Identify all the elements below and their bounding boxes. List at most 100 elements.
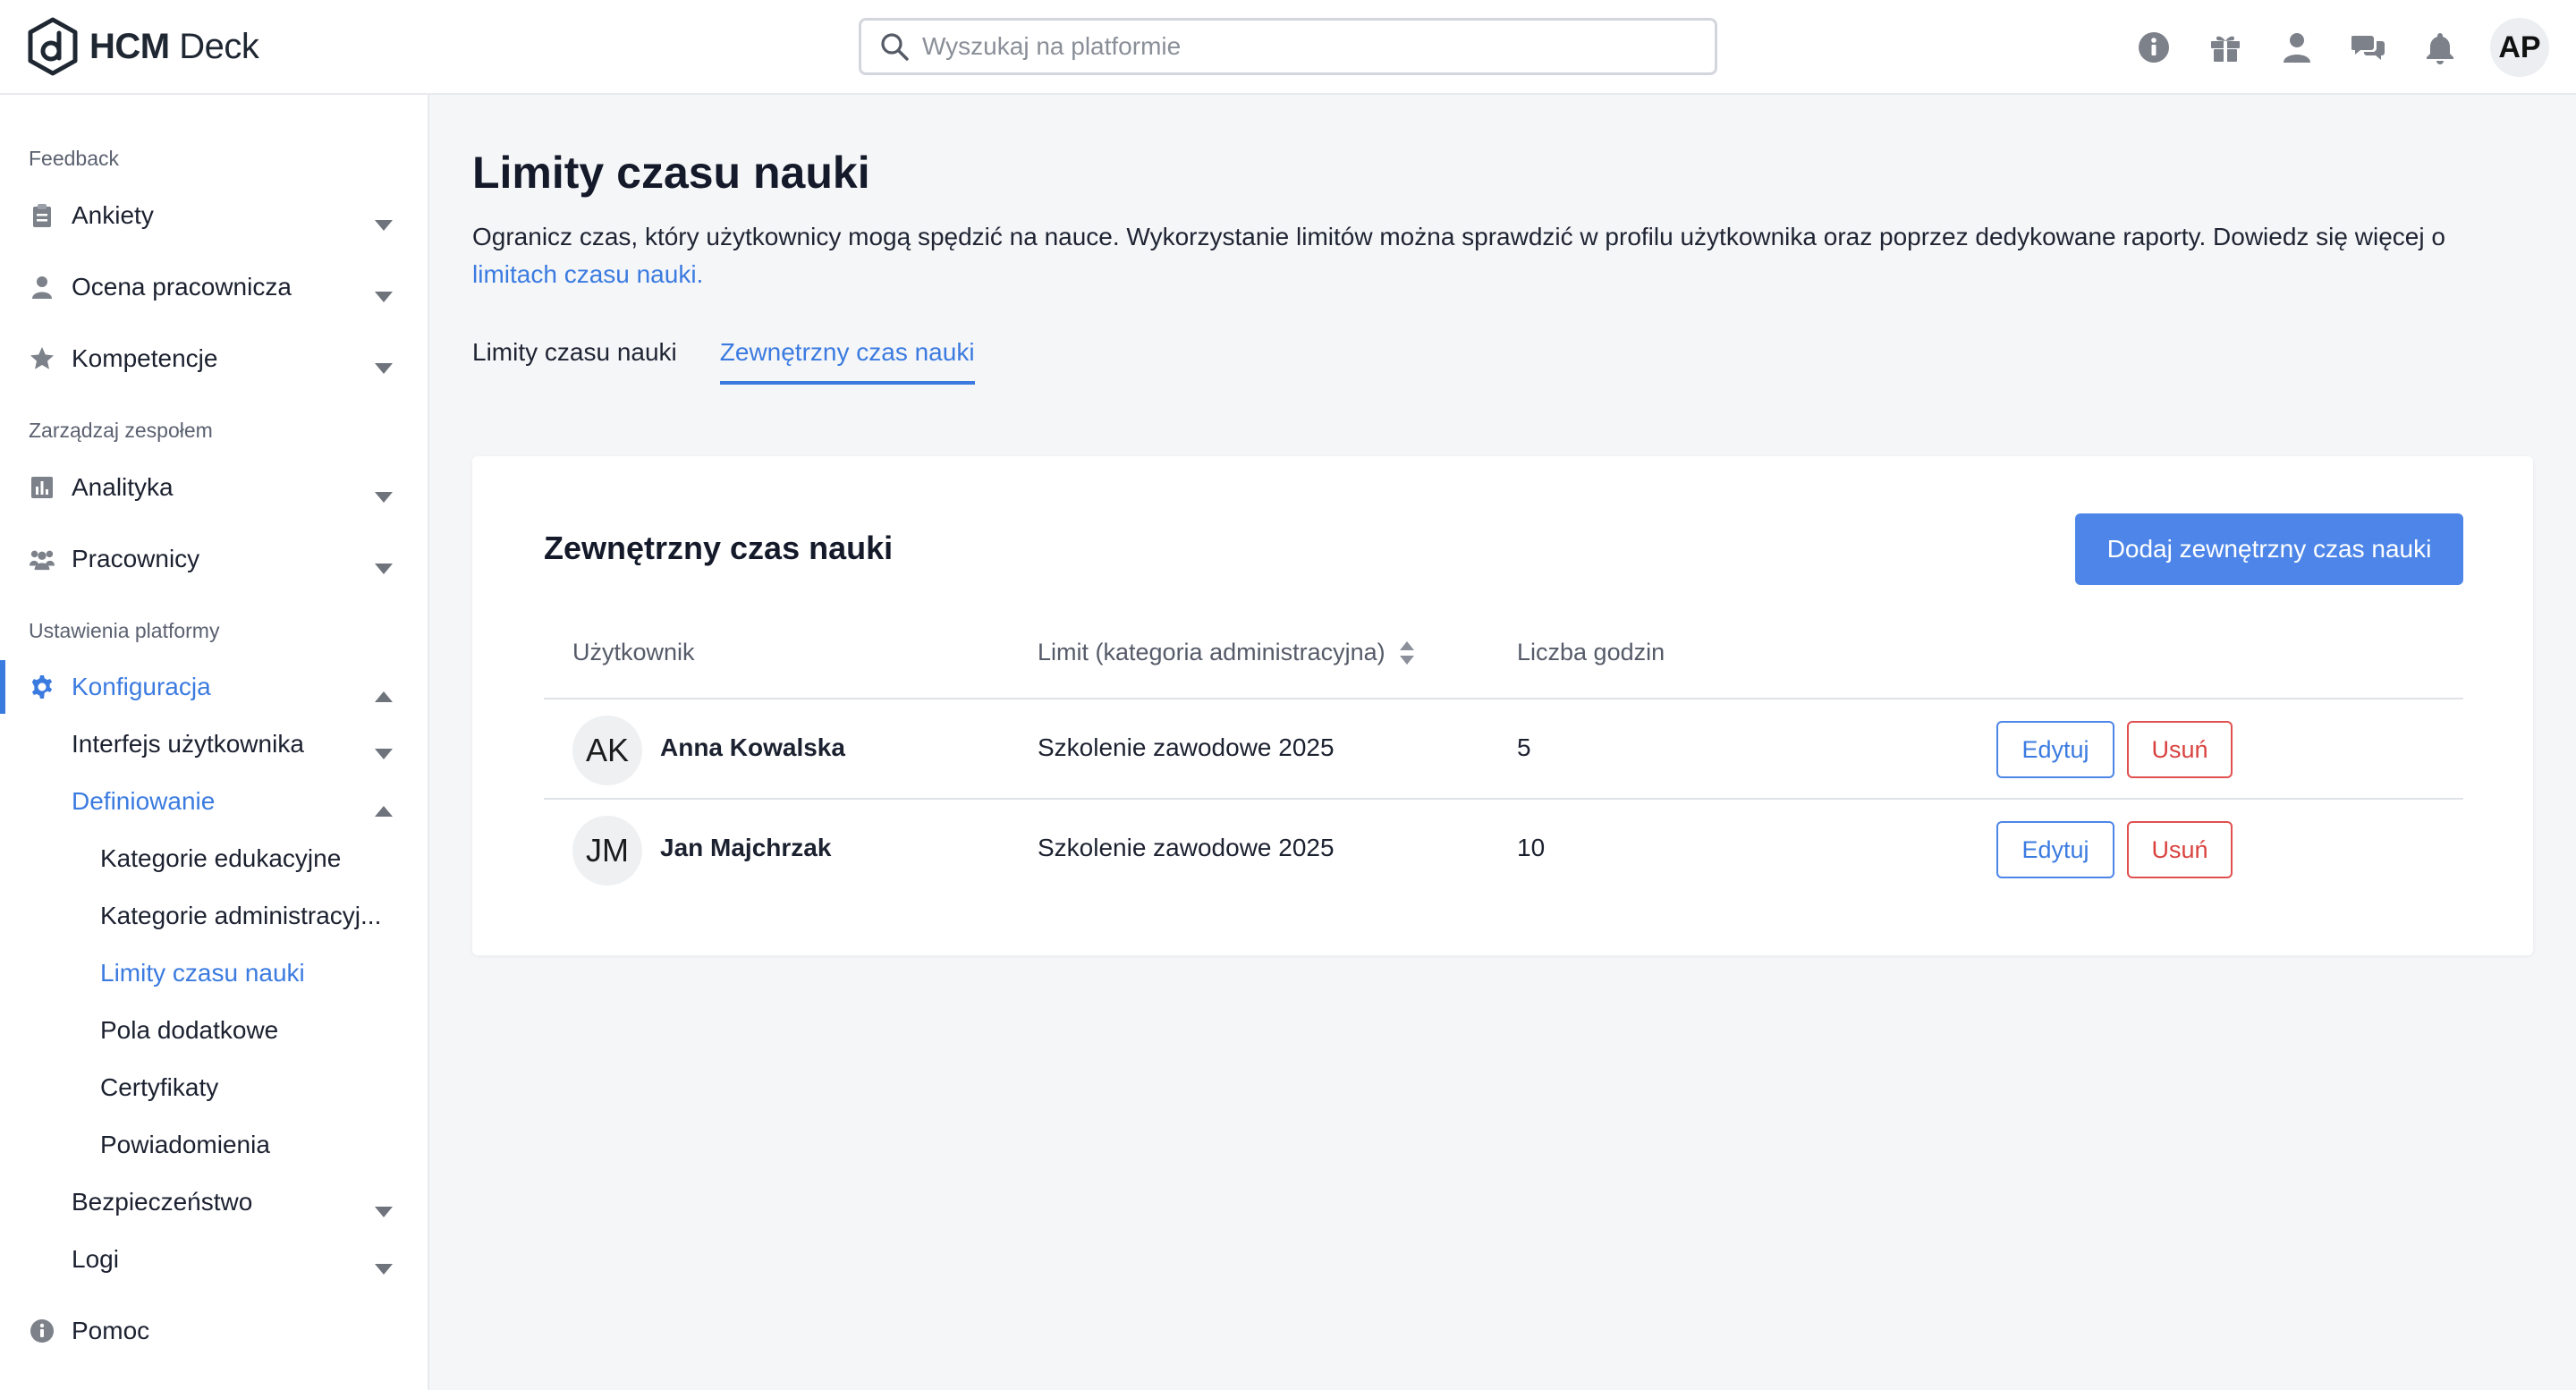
learn-more-link[interactable]: limitach czasu nauki.: [472, 260, 703, 288]
sidebar-item-kategorie-administracyjne[interactable]: Kategorie administracyj...: [0, 889, 428, 943]
delete-button[interactable]: Usuń: [2127, 721, 2233, 778]
notifications-button[interactable]: [2420, 28, 2460, 67]
description-text: Ogranicz czas, który użytkownicy mogą sp…: [472, 223, 2445, 250]
sidebar-item-label: Ankiety: [72, 201, 154, 229]
chevron-down-icon: [374, 738, 394, 759]
limit-category: Szkolenie zawodowe 2025: [1038, 834, 1335, 861]
sidebar-section-team: Zarządzaj zespołem: [29, 419, 213, 442]
tab-limity-czasu-nauki[interactable]: Limity czasu nauki: [472, 338, 677, 385]
page-title: Limity czasu nauki: [472, 148, 870, 198]
sidebar-item-label: Kompetencje: [72, 344, 218, 372]
user-name: Anna Kowalska: [660, 733, 845, 761]
sidebar-item-kategorie-edukacyjne[interactable]: Kategorie edukacyjne: [0, 832, 428, 886]
user-icon: [2284, 33, 2310, 63]
sidebar-item-label: Limity czasu nauki: [100, 959, 305, 987]
user-tie-icon: [29, 274, 55, 301]
logo-text: HCM Deck: [89, 26, 259, 66]
external-time-card: Zewnętrzny czas nauki Dodaj zewnętrzny c…: [472, 456, 2533, 955]
sidebar: Feedback Ankiety Ocena pracownicza Kompe…: [0, 95, 429, 1390]
edit-button[interactable]: Edytuj: [1996, 821, 2114, 878]
logo-hexagon-icon: [28, 17, 78, 76]
column-header-user: Użytkownik: [572, 639, 695, 665]
sidebar-item-kompetencje[interactable]: Kompetencje: [0, 332, 428, 386]
sidebar-item-definiowanie[interactable]: Definiowanie: [0, 775, 428, 828]
sidebar-item-label: Pola dodatkowe: [100, 1016, 279, 1044]
search-box[interactable]: [859, 18, 1717, 75]
chevron-down-icon: [374, 209, 394, 231]
card-title: Zewnętrzny czas nauki: [544, 530, 894, 566]
sidebar-item-label: Definiowanie: [72, 787, 216, 815]
chevron-down-icon: [374, 1253, 394, 1275]
sidebar-item-label: Analityka: [72, 473, 174, 501]
app-logo[interactable]: HCM Deck: [27, 16, 259, 77]
sidebar-item-label: Bezpieczeństwo: [72, 1188, 253, 1216]
info-icon: [2139, 32, 2169, 63]
edit-button[interactable]: Edytuj: [1996, 721, 2114, 778]
sidebar-item-label: Powiadomienia: [100, 1131, 270, 1158]
chevron-up-icon: [374, 795, 394, 817]
sort-icon: [1399, 640, 1414, 665]
column-header-limit[interactable]: Limit (kategoria administracyjna): [1038, 639, 1416, 666]
column-header-hours: Liczba godzin: [1517, 639, 1665, 665]
sidebar-item-label: Pomoc: [72, 1317, 150, 1344]
chevron-down-icon: [374, 553, 394, 574]
user-name: Jan Majchrzak: [660, 834, 832, 861]
table-row: AK Anna Kowalska Szkolenie zawodowe 2025…: [544, 699, 2463, 798]
chevron-down-icon: [374, 481, 394, 503]
profile-button[interactable]: [2277, 28, 2317, 67]
chevron-down-icon: [374, 1196, 394, 1217]
sidebar-item-logi[interactable]: Logi: [0, 1233, 428, 1286]
sidebar-item-label: Pracownicy: [72, 545, 200, 572]
sidebar-item-powiadomienia[interactable]: Powiadomienia: [0, 1118, 428, 1172]
user-avatar[interactable]: AP: [2490, 18, 2549, 77]
add-external-time-button[interactable]: Dodaj zewnętrzny czas nauki: [2075, 513, 2463, 585]
sidebar-item-label: Konfiguracja: [72, 673, 211, 700]
search-input[interactable]: [922, 32, 1691, 61]
bell-icon: [2427, 33, 2453, 64]
sidebar-item-label: Kategorie administracyj...: [100, 902, 382, 929]
sidebar-item-label: Certyfikaty: [100, 1073, 219, 1101]
users-icon: [29, 546, 55, 572]
hours-count: 10: [1517, 834, 1546, 861]
tab-zewnetrzny-czas-nauki[interactable]: Zewnętrzny czas nauki: [719, 338, 975, 385]
sidebar-item-ankiety[interactable]: Ankiety: [0, 189, 428, 242]
gift-button[interactable]: [2206, 28, 2245, 67]
sidebar-item-label: Ocena pracownicza: [72, 273, 292, 301]
sidebar-item-pracownicy[interactable]: Pracownicy: [0, 532, 428, 586]
table-row: JM Jan Majchrzak Szkolenie zawodowe 2025…: [544, 800, 2463, 898]
sidebar-item-bezpieczenstwo[interactable]: Bezpieczeństwo: [0, 1175, 428, 1229]
chevron-down-icon: [374, 281, 394, 302]
sidebar-item-certyfikaty[interactable]: Certyfikaty: [0, 1061, 428, 1115]
chart-icon: [29, 474, 55, 501]
gift-icon: [2211, 36, 2240, 62]
sidebar-item-ocena[interactable]: Ocena pracownicza: [0, 260, 428, 314]
gear-icon: [29, 674, 55, 700]
chevron-up-icon: [374, 681, 394, 702]
search-icon: [881, 33, 909, 61]
sidebar-item-label: Kategorie edukacyjne: [100, 844, 342, 872]
delete-button[interactable]: Usuń: [2127, 821, 2233, 878]
chevron-down-icon: [374, 352, 394, 374]
sidebar-item-limity-czasu-nauki[interactable]: Limity czasu nauki: [0, 946, 428, 1000]
chat-icon: [2351, 36, 2385, 60]
info-icon: [29, 1318, 55, 1344]
top-bar: HCM Deck AP: [0, 0, 2576, 95]
sidebar-item-pola-dodatkowe[interactable]: Pola dodatkowe: [0, 1004, 428, 1057]
clipboard-icon: [29, 202, 55, 229]
tab-bar: Limity czasu nauki Zewnętrzny czas nauki: [472, 338, 1018, 385]
info-button[interactable]: [2134, 28, 2174, 67]
sidebar-item-interfejs[interactable]: Interfejs użytkownika: [0, 717, 428, 771]
sidebar-item-label: Logi: [72, 1245, 119, 1273]
messages-button[interactable]: [2349, 28, 2388, 67]
sidebar-item-konfiguracja[interactable]: Konfiguracja: [0, 660, 428, 714]
limit-category: Szkolenie zawodowe 2025: [1038, 733, 1335, 761]
sidebar-section-feedback: Feedback: [29, 147, 120, 170]
page-description: Ogranicz czas, który użytkownicy mogą sp…: [472, 218, 2503, 293]
avatar: JM: [572, 816, 642, 886]
star-icon: [29, 345, 55, 372]
sidebar-item-label: Interfejs użytkownika: [72, 730, 304, 758]
header-actions: AP: [2102, 18, 2549, 77]
hours-count: 5: [1517, 733, 1531, 761]
sidebar-item-analityka[interactable]: Analityka: [0, 461, 428, 514]
sidebar-item-pomoc[interactable]: Pomoc: [0, 1304, 428, 1358]
